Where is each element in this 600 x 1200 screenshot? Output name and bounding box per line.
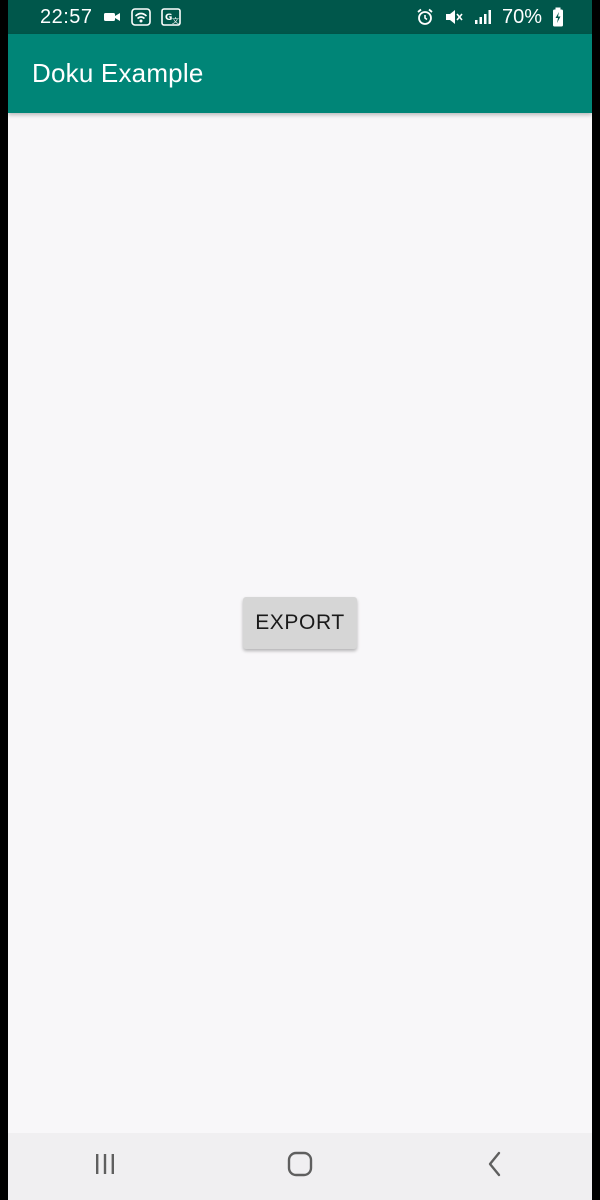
phone-screen: 22:57 G文 70% Doku Example EXPORT: [8, 0, 592, 1200]
translate-icon: G文: [160, 8, 181, 26]
battery-percent: 70%: [501, 5, 542, 28]
main-content: EXPORT: [8, 113, 592, 1133]
alarm-icon: [416, 8, 434, 26]
svg-text:文: 文: [172, 16, 179, 25]
recent-apps-button[interactable]: [65, 1137, 145, 1197]
home-icon: [287, 1151, 313, 1182]
signal-icon: [474, 9, 492, 25]
back-icon: [487, 1151, 503, 1182]
mute-icon: [444, 8, 464, 26]
back-button[interactable]: [455, 1137, 535, 1197]
export-button[interactable]: EXPORT: [243, 597, 357, 649]
app-bar: Doku Example: [8, 34, 592, 113]
status-time: 22:57: [40, 5, 93, 28]
app-title: Doku Example: [32, 58, 204, 88]
status-left-group: 22:57 G文: [40, 6, 181, 29]
battery-icon: [552, 7, 564, 27]
status-bar: 22:57 G文 70%: [8, 0, 592, 34]
status-right-group: 70%: [416, 6, 564, 29]
home-button[interactable]: [260, 1137, 340, 1197]
navigation-bar: [8, 1133, 592, 1200]
recent-apps-icon: [93, 1153, 117, 1180]
video-camera-icon: [103, 10, 121, 24]
wifi-icon: [130, 8, 151, 26]
